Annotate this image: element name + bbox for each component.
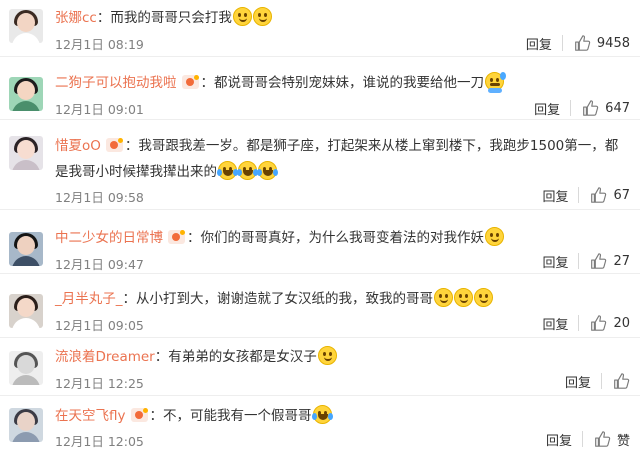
like-button[interactable]: 20 bbox=[589, 314, 630, 332]
divider bbox=[578, 253, 580, 269]
like-button[interactable]: 9458 bbox=[573, 34, 630, 52]
divider bbox=[578, 187, 580, 203]
comment-item: 在天空飞fly ：不，可能我有一个假哥哥 12月1日 12:05 回复 赞 bbox=[0, 396, 640, 454]
like-count: 67 bbox=[613, 187, 630, 203]
emoji-smile-icon bbox=[434, 288, 453, 307]
thumbs-up-icon bbox=[583, 100, 599, 116]
comment-time: 12月1日 09:01 bbox=[55, 102, 144, 117]
comment-text: ：你们的哥哥真好，为什么我哥变着法的对我作妖 bbox=[187, 230, 484, 246]
like-count: 9458 bbox=[596, 35, 630, 51]
avatar[interactable] bbox=[9, 232, 43, 266]
username-link[interactable]: 张娜cc bbox=[55, 10, 97, 26]
reply-button[interactable]: 回复 bbox=[542, 314, 568, 333]
comment-text: ：从小打到大，谢谢造就了女汉纸的我，致我的哥哥 bbox=[122, 291, 434, 307]
comment-time: 12月1日 09:58 bbox=[55, 190, 144, 205]
like-button[interactable] bbox=[612, 372, 630, 390]
like-button[interactable]: 27 bbox=[589, 252, 630, 270]
comment-actions: 回复 20 bbox=[542, 312, 630, 334]
emoji-smile-icon bbox=[485, 227, 504, 246]
thumbs-up-icon bbox=[591, 315, 607, 331]
like-button[interactable]: 67 bbox=[589, 186, 630, 204]
comment-text: ：不，可能我有一个假哥哥 bbox=[149, 408, 312, 424]
username-link[interactable]: 流浪着Dreamer bbox=[55, 349, 155, 365]
emoji-smile-icon bbox=[252, 7, 272, 26]
comment-time: 12月1日 09:05 bbox=[55, 318, 144, 333]
emoji-smile-icon bbox=[232, 7, 252, 26]
avatar[interactable] bbox=[9, 351, 43, 385]
avatar[interactable] bbox=[9, 9, 43, 43]
divider bbox=[581, 431, 583, 447]
divider bbox=[570, 100, 572, 116]
comment-text: ：都说哥哥会特别宠妹妹，谁说的我要给他一刀 bbox=[200, 75, 485, 91]
comment-time: 12月1日 08:19 bbox=[55, 37, 144, 52]
username-link[interactable]: 中二少女的日常博 bbox=[55, 230, 163, 246]
emoji-smile-icon bbox=[454, 288, 473, 307]
reply-button[interactable]: 回复 bbox=[534, 99, 560, 118]
emoji-smile-icon bbox=[317, 346, 337, 365]
comment-text: ：有弟弟的女孩都是女汉子 bbox=[154, 349, 317, 365]
like-button[interactable]: 647 bbox=[581, 99, 630, 117]
comment-time: 12月1日 09:47 bbox=[55, 257, 144, 272]
comment-actions: 回复 bbox=[565, 370, 630, 392]
divider bbox=[601, 373, 602, 389]
comment-item: 二狗子可以抱动我啦 ：都说哥哥会特别宠妹妹，谁说的我要给他一刀 12月1日 09:… bbox=[0, 57, 640, 120]
like-count: 27 bbox=[613, 253, 630, 269]
avatar[interactable] bbox=[9, 77, 43, 111]
comment-actions: 回复 27 bbox=[542, 250, 630, 272]
avatar[interactable] bbox=[9, 136, 43, 170]
comment-actions: 回复 9458 bbox=[526, 32, 630, 54]
avatar[interactable] bbox=[9, 294, 43, 328]
member-badge-icon bbox=[130, 408, 148, 422]
like-count: 20 bbox=[613, 315, 630, 331]
username-link[interactable]: 二狗子可以抱动我啦 bbox=[55, 75, 177, 91]
comment-actions: 回复 赞 bbox=[546, 428, 630, 450]
username-link[interactable]: 在天空飞fly bbox=[55, 408, 126, 424]
emoji-tears-icon bbox=[311, 405, 333, 424]
emoji-sweat-icon bbox=[485, 72, 506, 93]
like-count: 赞 bbox=[616, 433, 630, 449]
emoji-tears-icon bbox=[237, 161, 258, 180]
member-badge-icon bbox=[181, 75, 199, 89]
comment-item: 流浪着Dreamer：有弟弟的女孩都是女汉子 12月1日 12:25 回复 bbox=[0, 338, 640, 396]
username-link[interactable]: _月半丸子_ bbox=[55, 291, 123, 307]
emoji-tears-icon bbox=[217, 161, 238, 180]
username-link[interactable]: 惜夏oO bbox=[55, 138, 101, 154]
thumbs-up-icon bbox=[591, 253, 607, 269]
emoji-tears-icon bbox=[257, 161, 278, 180]
thumbs-up-icon bbox=[591, 187, 607, 203]
comment-text: ：我哥跟我差一岁。都是狮子座，打起架来从楼上窜到楼下，我跑步1500第一，都 bbox=[124, 138, 619, 154]
reply-button[interactable]: 回复 bbox=[542, 186, 568, 205]
reply-button[interactable]: 回复 bbox=[526, 34, 552, 53]
like-count: 647 bbox=[605, 100, 630, 116]
member-badge-icon bbox=[168, 230, 185, 244]
comment-item: 惜夏oO ：我哥跟我差一岁。都是狮子座，打起架来从楼上窜到楼下，我跑步1500第一… bbox=[0, 120, 640, 210]
comment-text-continued: 是我哥小时候撵我撵出来的 bbox=[55, 164, 217, 180]
avatar[interactable] bbox=[9, 408, 43, 442]
reply-button[interactable]: 回复 bbox=[546, 430, 572, 449]
member-badge-icon bbox=[105, 138, 123, 152]
comment-time: 12月1日 12:05 bbox=[55, 434, 144, 449]
thumbs-up-icon bbox=[575, 35, 591, 51]
thumbs-up-icon bbox=[614, 373, 630, 389]
comment-actions: 回复 647 bbox=[534, 97, 630, 119]
divider bbox=[578, 315, 580, 331]
reply-button[interactable]: 回复 bbox=[542, 252, 568, 271]
reply-button[interactable]: 回复 bbox=[565, 372, 591, 391]
comment-item: 张娜cc：而我的哥哥只会打我 12月1日 08:19 回复 9458 bbox=[0, 0, 640, 57]
comment-item: 中二少女的日常博 ：你们的哥哥真好，为什么我哥变着法的对我作妖 12月1日 09:… bbox=[0, 210, 640, 274]
like-button[interactable]: 赞 bbox=[593, 430, 630, 449]
comment-item: _月半丸子_：从小打到大，谢谢造就了女汉纸的我，致我的哥哥 12月1日 09:0… bbox=[0, 274, 640, 338]
comment-time: 12月1日 12:25 bbox=[55, 376, 144, 391]
divider bbox=[561, 35, 563, 51]
comment-actions: 回复 67 bbox=[542, 184, 630, 206]
comment-text: ：而我的哥哥只会打我 bbox=[96, 10, 232, 26]
comment-list: 张娜cc：而我的哥哥只会打我 12月1日 08:19 回复 9458 二狗子可以… bbox=[0, 0, 640, 454]
emoji-smile-icon bbox=[474, 288, 493, 307]
thumbs-up-icon bbox=[595, 431, 611, 447]
